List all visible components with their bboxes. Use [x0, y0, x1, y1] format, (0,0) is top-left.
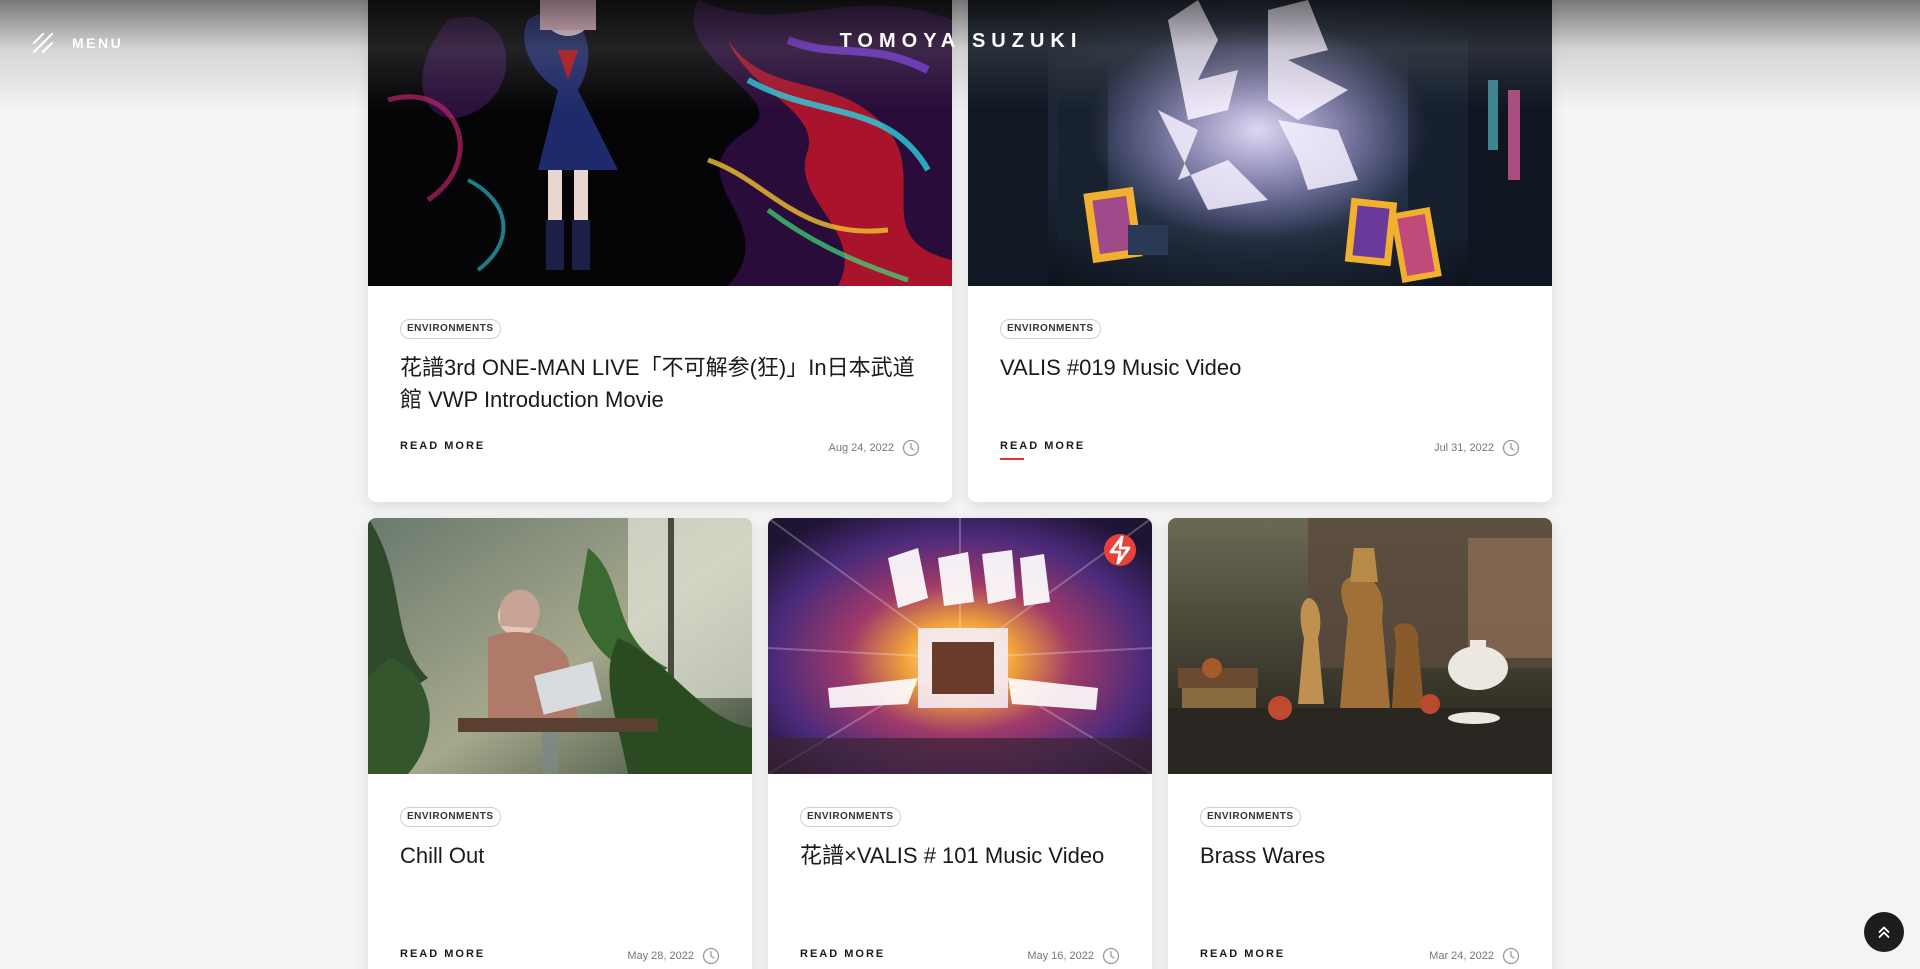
- post-card[interactable]: ENVIRONMENTS Chill Out READ MORE May 28,…: [368, 518, 752, 969]
- read-more-link[interactable]: READ MORE: [400, 948, 485, 964]
- post-card[interactable]: ENVIRONMENTS 花譜3rd ONE-MAN LIVE「不可解参(狂)」…: [368, 0, 952, 502]
- scroll-to-top-button[interactable]: [1864, 912, 1904, 952]
- read-more-link[interactable]: READ MORE: [400, 440, 485, 456]
- post-date: May 28, 2022: [627, 947, 720, 965]
- menu-button[interactable]: MENU: [32, 32, 123, 54]
- category-tag[interactable]: ENVIRONMENTS: [400, 807, 501, 827]
- post-date: Mar 24, 2022: [1429, 947, 1520, 965]
- menu-label: MENU: [72, 35, 124, 51]
- post-card[interactable]: ENVIRONMENTS 花譜×VALIS # 101 Music Video …: [768, 518, 1152, 969]
- post-title[interactable]: Chill Out: [400, 840, 720, 872]
- post-date: Aug 24, 2022: [829, 439, 920, 457]
- lightning-icon: [1109, 535, 1131, 565]
- site-title[interactable]: TOMOYA SUZUKI: [828, 30, 1094, 53]
- post-title[interactable]: VALIS #019 Music Video: [1000, 352, 1520, 384]
- post-card[interactable]: ENVIRONMENTS Brass Wares READ MORE Mar 2…: [1168, 518, 1552, 969]
- post-image[interactable]: [368, 518, 752, 774]
- category-tag[interactable]: ENVIRONMENTS: [800, 807, 901, 827]
- clock-icon: [902, 439, 920, 457]
- date-text: Aug 24, 2022: [828, 442, 894, 454]
- post-date: May 16, 2022: [1027, 947, 1120, 965]
- clock-icon: [1102, 947, 1120, 965]
- post-title[interactable]: 花譜3rd ONE-MAN LIVE「不可解参(狂)」In日本武道館 VWP I…: [400, 352, 920, 416]
- post-date: Jul 31, 2022: [1434, 439, 1520, 457]
- category-tag[interactable]: ENVIRONMENTS: [1000, 319, 1101, 339]
- clock-icon: [1502, 947, 1520, 965]
- read-more-link[interactable]: READ MORE: [800, 948, 885, 964]
- featured-badge: [1104, 534, 1136, 566]
- post-image[interactable]: [768, 518, 1152, 774]
- date-text: May 28, 2022: [627, 950, 694, 962]
- header-gradient: [0, 0, 1920, 110]
- category-tag[interactable]: ENVIRONMENTS: [400, 319, 501, 339]
- date-text: Jul 31, 2022: [1434, 442, 1494, 454]
- post-title[interactable]: Brass Wares: [1200, 840, 1520, 872]
- date-text: Mar 24, 2022: [1429, 950, 1494, 962]
- category-tag[interactable]: ENVIRONMENTS: [1200, 807, 1301, 827]
- post-title[interactable]: 花譜×VALIS # 101 Music Video: [800, 840, 1120, 872]
- read-more-link[interactable]: READ MORE: [1000, 440, 1085, 460]
- read-more-link[interactable]: READ MORE: [1200, 948, 1285, 964]
- clock-icon: [1502, 439, 1520, 457]
- date-text: May 16, 2022: [1027, 950, 1094, 962]
- post-image[interactable]: [1168, 518, 1552, 774]
- menu-icon: [32, 32, 54, 54]
- clock-icon: [702, 947, 720, 965]
- double-chevron-up-icon: [1878, 926, 1890, 938]
- post-card[interactable]: ENVIRONMENTS VALIS #019 Music Video READ…: [968, 0, 1552, 502]
